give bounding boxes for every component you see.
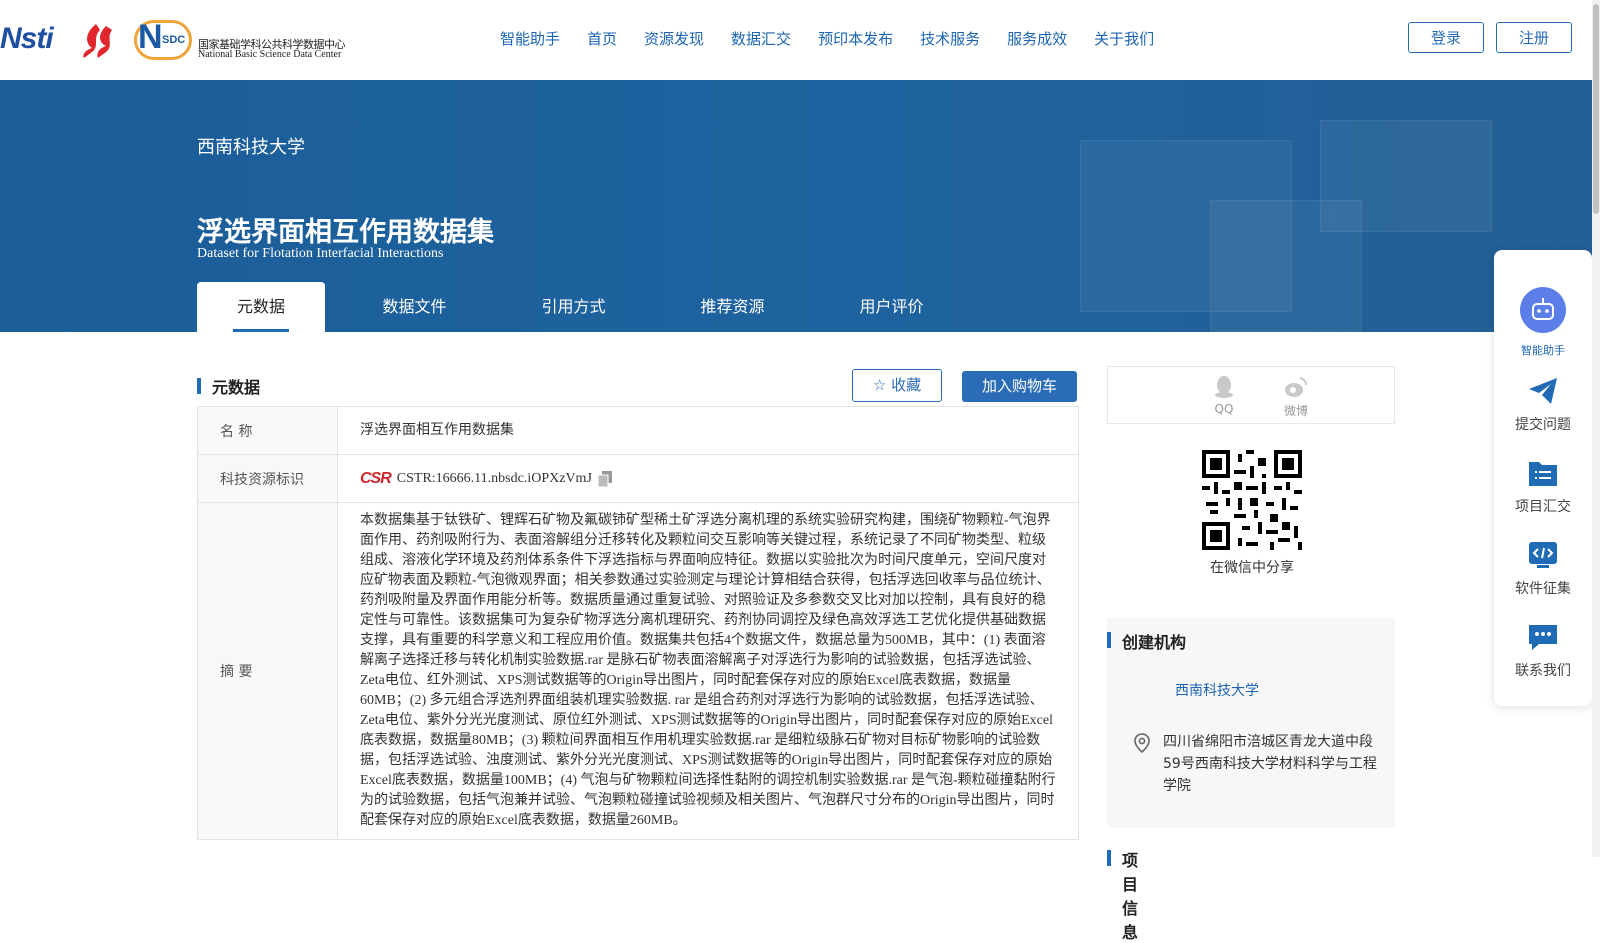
tab-citation[interactable]: 引用方式 bbox=[494, 282, 653, 332]
nsdc-logo-sdc: SDC bbox=[162, 34, 186, 46]
add-to-cart-button[interactable]: 加入购物车 bbox=[962, 371, 1077, 402]
org-section-title: 创建机构 bbox=[1122, 633, 1187, 652]
float-project-submit[interactable]: 项目汇交 bbox=[1494, 458, 1592, 516]
dataset-tabs: 元数据 数据文件 引用方式 推荐资源 用户评价 bbox=[197, 282, 971, 332]
nsdc-logo-letter: N bbox=[138, 18, 163, 56]
cas-logo-icon[interactable] bbox=[78, 22, 120, 60]
main-nav: 智能助手 首页 资源发现 数据汇交 预印本发布 技术服务 服务成效 关于我们 bbox=[500, 28, 1181, 49]
float-software-label: 软件征集 bbox=[1515, 581, 1571, 597]
section-marker bbox=[197, 378, 201, 394]
location-pin-icon bbox=[1134, 733, 1150, 754]
metadata-section-header: 元数据 bbox=[197, 371, 1077, 401]
section-marker bbox=[1107, 850, 1111, 866]
nav-home[interactable]: 首页 bbox=[587, 28, 617, 49]
floating-toolbar: 智能助手 提交问题 项目汇交 软件征集 联系我们 bbox=[1494, 250, 1592, 706]
float-contact-label: 联系我们 bbox=[1515, 663, 1571, 679]
share-box: QQ 微博 bbox=[1107, 366, 1395, 424]
nav-tech-services[interactable]: 技术服务 bbox=[920, 28, 980, 49]
dataset-title-en: Dataset for Flotation Interfacial Intera… bbox=[197, 246, 444, 261]
register-button[interactable]: 注册 bbox=[1496, 22, 1572, 53]
code-icon bbox=[1529, 542, 1557, 568]
org-address: 四川省绵阳市涪城区青龙大道中段59号西南科技大学材料科学与工程学院 bbox=[1163, 734, 1377, 794]
nav-ai-assistant[interactable]: 智能助手 bbox=[500, 28, 560, 49]
wechat-qr-code bbox=[1202, 450, 1302, 550]
id-label: 科技资源标识 bbox=[198, 455, 338, 502]
share-qq-label: QQ bbox=[1214, 402, 1234, 416]
float-contact-us[interactable]: 联系我们 bbox=[1494, 622, 1592, 680]
nav-about[interactable]: 关于我们 bbox=[1094, 28, 1154, 49]
nav-service-results[interactable]: 服务成效 bbox=[1007, 28, 1067, 49]
tab-data-files[interactable]: 数据文件 bbox=[335, 282, 494, 332]
nav-data-submission[interactable]: 数据汇交 bbox=[731, 28, 791, 49]
float-ai-label: 智能助手 bbox=[1521, 344, 1565, 357]
float-software-collection[interactable]: 软件征集 bbox=[1494, 540, 1592, 598]
tab-recommended[interactable]: 推荐资源 bbox=[653, 282, 812, 332]
cstr-link[interactable]: CSTR:16666.11.nbsdc.iOPXzVmJ bbox=[397, 469, 592, 489]
float-project-label: 项目汇交 bbox=[1515, 499, 1571, 515]
login-button[interactable]: 登录 bbox=[1408, 22, 1484, 53]
tab-metadata[interactable]: 元数据 bbox=[197, 282, 325, 332]
paper-plane-icon bbox=[1529, 378, 1557, 404]
section-title: 元数据 bbox=[212, 378, 261, 397]
weibo-icon bbox=[1285, 377, 1308, 397]
banner-decoration bbox=[1320, 120, 1492, 232]
dataset-banner: 西南科技大学 浮选界面相互作用数据集 Dataset for Flotation… bbox=[0, 80, 1592, 332]
table-row: 名 称 浮选界面相互作用数据集 bbox=[198, 407, 1078, 455]
nav-preprint[interactable]: 预印本发布 bbox=[818, 28, 893, 49]
nsdc-logo-en: National Basic Science Data Center bbox=[198, 49, 342, 60]
favorite-button[interactable]: ☆ 收藏 bbox=[852, 369, 942, 402]
metadata-table: 名 称 浮选界面相互作用数据集 科技资源标识 CSR CSTR:16666.11… bbox=[197, 406, 1079, 840]
copy-icon[interactable] bbox=[597, 470, 612, 487]
org-name-link[interactable]: 西南科技大学 bbox=[1175, 680, 1259, 700]
name-value: 浮选界面相互作用数据集 bbox=[360, 422, 514, 438]
creator-org-card: 创建机构 西南科技大学 四川省绵阳市涪城区青龙大道中段59号西南科技大学材料科学… bbox=[1107, 618, 1395, 828]
abstract-label: 摘 要 bbox=[198, 503, 338, 839]
share-weibo-label: 微博 bbox=[1283, 404, 1308, 418]
page-scrollbar[interactable] bbox=[1592, 0, 1600, 857]
cstr-logo-icon: CSR bbox=[360, 469, 392, 487]
abstract-value: 本数据集基于钛铁矿、锂辉石矿物及氟碳铈矿型稀土矿浮选分离机理的系统实验研究构建，… bbox=[360, 513, 1056, 828]
institution-name: 西南科技大学 bbox=[197, 137, 305, 158]
id-value: CSR CSTR:16666.11.nbsdc.iOPXzVmJ bbox=[338, 455, 1078, 502]
table-row: 科技资源标识 CSR CSTR:16666.11.nbsdc.iOPXzVmJ bbox=[198, 455, 1078, 503]
folder-list-icon bbox=[1529, 462, 1557, 486]
section-marker bbox=[1107, 632, 1111, 648]
tab-user-reviews[interactable]: 用户评价 bbox=[812, 282, 971, 332]
top-navbar: Nsti N SDC 国家基础学科公共科学数据中心 National Basic… bbox=[0, 0, 1600, 81]
float-submit-label: 提交问题 bbox=[1515, 417, 1571, 433]
robot-icon bbox=[1520, 287, 1566, 333]
nsti-logo[interactable]: Nsti bbox=[0, 22, 54, 56]
dataset-title: 浮选界面相互作用数据集 bbox=[197, 217, 494, 248]
scrollbar-thumb[interactable] bbox=[1593, 4, 1599, 214]
nav-resource-discovery[interactable]: 资源发现 bbox=[644, 28, 704, 49]
table-row: 摘 要 本数据集基于钛铁矿、锂辉石矿物及氟碳铈矿型稀土矿浮选分离机理的系统实验研… bbox=[198, 503, 1078, 840]
project-info-title: 项目信息 bbox=[1122, 851, 1139, 942]
share-weibo[interactable]: 微博 bbox=[1276, 375, 1316, 419]
chat-icon bbox=[1529, 625, 1557, 650]
qr-caption: 在微信中分享 bbox=[1210, 560, 1294, 576]
float-ai-assistant[interactable]: 智能助手 bbox=[1494, 286, 1592, 358]
share-qq[interactable]: QQ bbox=[1204, 375, 1244, 416]
qq-icon bbox=[1215, 376, 1233, 398]
name-label: 名 称 bbox=[198, 407, 338, 454]
float-submit-question[interactable]: 提交问题 bbox=[1494, 376, 1592, 434]
